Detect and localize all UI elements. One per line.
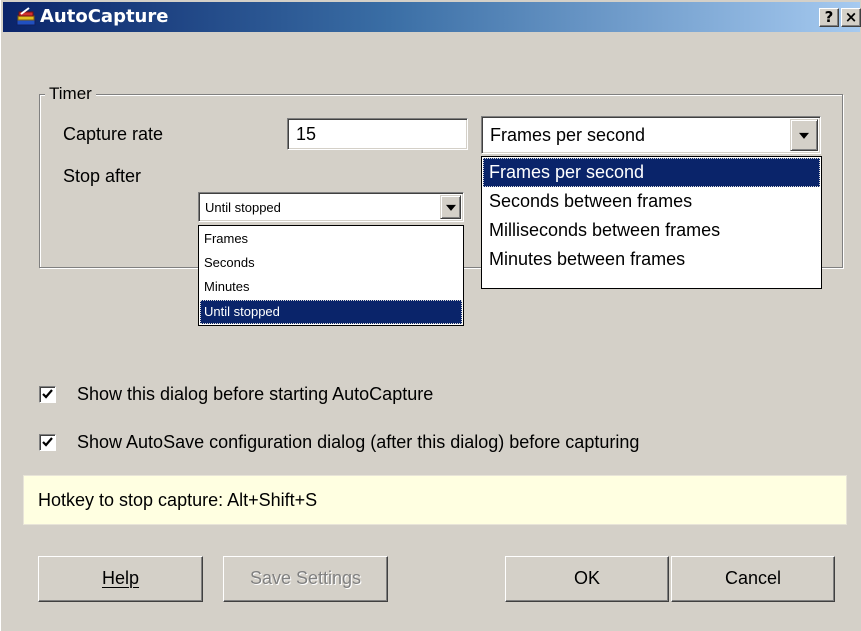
rate-unit-dropdown-list: Frames per second Seconds between frames…: [481, 156, 822, 289]
ok-button[interactable]: OK: [505, 556, 669, 602]
rate-unit-dropdown-button[interactable]: [790, 119, 818, 151]
help-button-label: Help: [101, 568, 140, 588]
rate-unit-option[interactable]: Minutes between frames: [483, 245, 820, 274]
show-autosave-label[interactable]: Show AutoSave configuration dialog (afte…: [77, 432, 639, 453]
capture-rate-input[interactable]: 15: [287, 118, 468, 150]
stop-after-option[interactable]: Until stopped: [200, 300, 462, 324]
save-settings-button[interactable]: Save Settings: [223, 556, 388, 602]
capture-rate-label: Capture rate: [63, 124, 164, 144]
show-dialog-label[interactable]: Show this dialog before starting AutoCap…: [77, 384, 433, 405]
autocapture-app-icon: [15, 7, 37, 27]
timer-group-label: Timer: [45, 84, 96, 104]
hotkey-text: Hotkey to stop capture: Alt+Shift+S: [38, 490, 318, 510]
stop-after-label: Stop after: [63, 166, 142, 186]
hotkey-info-bar: Hotkey to stop capture: Alt+Shift+S: [23, 475, 847, 525]
ok-button-label: OK: [573, 568, 600, 588]
stop-after-option[interactable]: Minutes: [200, 275, 462, 299]
stop-after-dropdown-button[interactable]: [440, 195, 461, 219]
close-icon[interactable]: ×: [841, 8, 861, 27]
stop-after-option[interactable]: Seconds: [200, 251, 462, 275]
help-caption-button[interactable]: ?: [819, 8, 839, 27]
rate-unit-selected-value: Frames per second: [490, 125, 646, 145]
cancel-button-label: Cancel: [724, 568, 782, 588]
rate-unit-option[interactable]: Frames per second: [483, 158, 820, 187]
checkmark-icon: [42, 389, 53, 399]
stop-after-dropdown-list: Frames Seconds Minutes Until stopped: [198, 225, 464, 326]
stop-after-select[interactable]: Until stopped: [198, 192, 464, 222]
show-autosave-checkbox[interactable]: [39, 434, 56, 451]
help-button[interactable]: Help: [38, 556, 203, 602]
rate-unit-option[interactable]: Milliseconds between frames: [483, 216, 820, 245]
checkmark-icon: [42, 437, 53, 447]
chevron-down-icon: [799, 132, 809, 139]
window-title: AutoCapture: [40, 6, 169, 27]
stop-after-selected-value: Until stopped: [205, 200, 281, 215]
rate-unit-select[interactable]: Frames per second: [481, 116, 821, 154]
autocapture-dialog: AutoCapture ? × Timer Capture rate 15 St…: [0, 0, 861, 631]
stop-after-option[interactable]: Frames: [200, 227, 462, 251]
title-bar[interactable]: AutoCapture ? ×: [3, 2, 861, 32]
chevron-down-icon: [445, 204, 456, 211]
show-dialog-checkbox[interactable]: [39, 386, 56, 403]
rate-unit-option[interactable]: Seconds between frames: [483, 187, 820, 216]
cancel-button[interactable]: Cancel: [671, 556, 835, 602]
